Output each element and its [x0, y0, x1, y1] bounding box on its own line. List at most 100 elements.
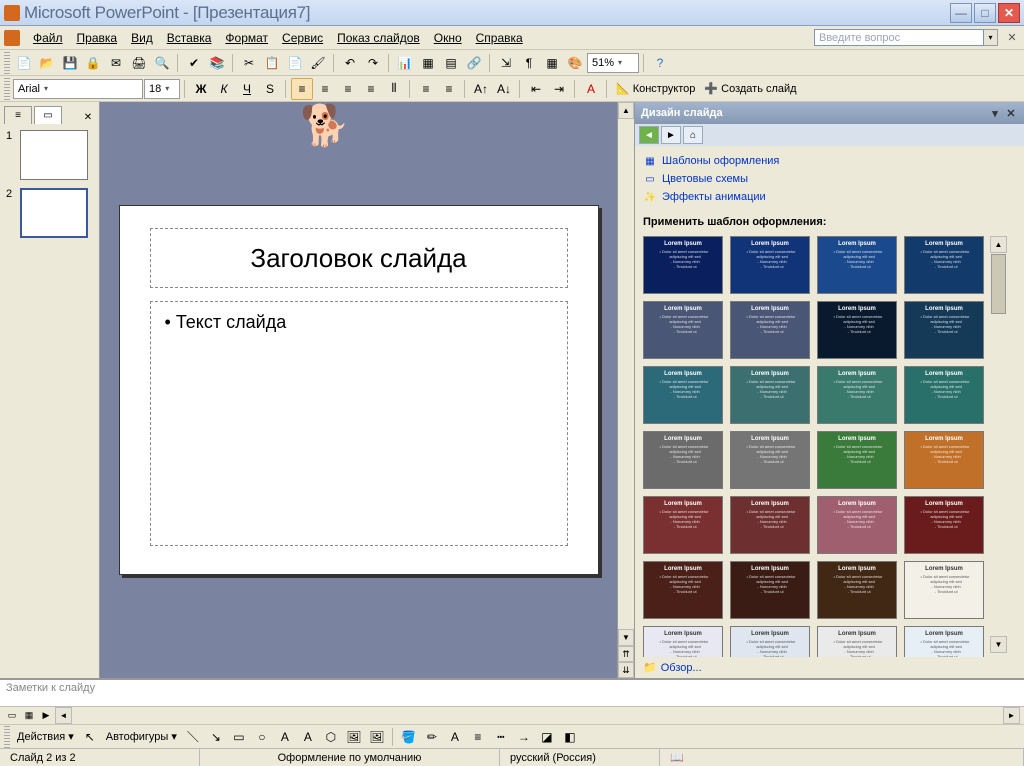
draw-actions-menu[interactable]: Действия▾	[13, 730, 78, 743]
nav-home-icon[interactable]: ⌂	[683, 126, 703, 144]
slide-title-placeholder[interactable]: Заголовок слайда	[150, 228, 568, 288]
normal-view-icon[interactable]: ▭	[4, 709, 20, 723]
select-icon[interactable]: ↖	[79, 726, 101, 748]
minimize-button[interactable]: —	[950, 3, 972, 23]
textbox-icon[interactable]: A	[274, 726, 296, 748]
status-spellcheck-icon[interactable]: 📖	[670, 751, 684, 764]
office-assistant[interactable]: 🐕	[300, 102, 348, 162]
arrow-shape-icon[interactable]: ↘	[205, 726, 227, 748]
oval-icon[interactable]: ○	[251, 726, 273, 748]
expand-icon[interactable]: ⇲	[495, 52, 517, 74]
diagram-icon[interactable]: ⬡	[320, 726, 342, 748]
design-template[interactable]: Lorem Ipsum• Dolor sit amet consectetur …	[643, 431, 723, 489]
menu-view[interactable]: Вид	[124, 29, 160, 47]
scroll-down-icon[interactable]: ▼	[618, 629, 634, 646]
sorter-view-icon[interactable]: ▦	[21, 709, 37, 723]
help-icon[interactable]: ?	[649, 52, 671, 74]
design-template[interactable]: Lorem Ipsum• Dolor sit amet consectetur …	[817, 366, 897, 424]
scroll-up-icon[interactable]: ▲	[618, 102, 634, 119]
align-justify-icon[interactable]: ≡	[360, 78, 382, 100]
grid-icon[interactable]: ▦	[541, 52, 563, 74]
help-question-dropdown[interactable]: ▾	[984, 29, 998, 46]
thumbnail-close-icon[interactable]: ✕	[81, 110, 95, 124]
font-color-icon[interactable]: A	[444, 726, 466, 748]
maximize-button[interactable]: □	[974, 3, 996, 23]
design-template[interactable]: Lorem Ipsum• Dolor sit amet consectetur …	[643, 236, 723, 294]
taskpane-close-icon[interactable]: ✕	[1004, 106, 1018, 120]
shadow-icon[interactable]: S	[259, 78, 281, 100]
menu-help[interactable]: Справка	[469, 29, 530, 47]
menu-format[interactable]: Формат	[218, 29, 275, 47]
undo-icon[interactable]: ↶	[339, 52, 361, 74]
close-button[interactable]: ✕	[998, 3, 1020, 23]
design-template[interactable]: Lorem Ipsum• Dolor sit amet consectetur …	[730, 561, 810, 619]
toolbar-grip[interactable]	[4, 78, 10, 100]
toolbar-grip[interactable]	[4, 726, 10, 748]
status-language[interactable]: русский (Россия)	[500, 749, 660, 766]
increase-font-icon[interactable]: A↑	[470, 78, 492, 100]
dash-style-icon[interactable]: ┅	[490, 726, 512, 748]
chart-icon[interactable]: 📊	[394, 52, 416, 74]
hyperlink-icon[interactable]: 🔗	[463, 52, 485, 74]
slide-canvas[interactable]: Заголовок слайда • Текст слайда	[119, 205, 599, 575]
design-template[interactable]: Lorem Ipsum• Dolor sit amet consectetur …	[643, 366, 723, 424]
design-template[interactable]: Lorem Ipsum• Dolor sit amet consectetur …	[904, 496, 984, 554]
scroll-down-icon[interactable]: ▼	[990, 636, 1007, 653]
design-template[interactable]: Lorem Ipsum• Dolor sit amet consectetur …	[904, 366, 984, 424]
editor-scrollbar[interactable]: ▲ ▼ ⇈ ⇊	[617, 102, 634, 678]
color-icon[interactable]: 🎨	[564, 52, 586, 74]
menu-file[interactable]: Файл	[26, 29, 70, 47]
permission-icon[interactable]: 🔒	[82, 52, 104, 74]
arrow-style-icon[interactable]: →	[513, 726, 535, 748]
help-question-input[interactable]: Введите вопрос	[814, 29, 984, 46]
slideshow-view-icon[interactable]: ▶	[38, 709, 54, 723]
design-template[interactable]: Lorem Ipsum• Dolor sit amet consectetur …	[817, 496, 897, 554]
design-template[interactable]: Lorem Ipsum• Dolor sit amet consectetur …	[643, 496, 723, 554]
menu-window[interactable]: Окно	[427, 29, 469, 47]
rectangle-icon[interactable]: ▭	[228, 726, 250, 748]
template-scrollbar[interactable]: ▲ ▼	[990, 236, 1007, 653]
new-icon[interactable]: 📄	[13, 52, 35, 74]
menu-edit[interactable]: Правка	[70, 29, 125, 47]
tab-slides[interactable]: ▭	[34, 106, 62, 124]
shadow-style-icon[interactable]: ◪	[536, 726, 558, 748]
design-template[interactable]: Lorem Ipsum• Dolor sit amet consectetur …	[730, 431, 810, 489]
design-template[interactable]: Lorem Ipsum• Dolor sit amet consectetur …	[904, 236, 984, 294]
link-animation[interactable]: ✨Эффекты анимации	[643, 188, 1016, 206]
decrease-font-icon[interactable]: A↓	[493, 78, 515, 100]
design-template[interactable]: Lorem Ipsum• Dolor sit amet consectetur …	[643, 561, 723, 619]
format-painter-icon[interactable]: 🖌	[307, 52, 329, 74]
bold-icon[interactable]: Ж	[190, 78, 212, 100]
designer-button[interactable]: 📐 Конструктор	[612, 82, 699, 95]
font-dropdown[interactable]: Arial▾	[13, 79, 143, 99]
link-color-schemes[interactable]: ▭Цветовые схемы	[643, 170, 1016, 188]
doc-close-button[interactable]: ✕	[1004, 30, 1020, 46]
fill-color-icon[interactable]: 🪣	[398, 726, 420, 748]
notes-pane[interactable]: Заметки к слайду	[0, 678, 1024, 706]
research-icon[interactable]: 📚	[206, 52, 228, 74]
next-slide-icon[interactable]: ⇊	[618, 662, 634, 678]
print-icon[interactable]: 🖨	[128, 52, 150, 74]
link-design-templates[interactable]: ▦Шаблоны оформления	[643, 152, 1016, 170]
zoom-dropdown[interactable]: 51%▾	[587, 53, 639, 73]
design-template[interactable]: Lorem Ipsum• Dolor sit amet consectetur …	[904, 561, 984, 619]
decrease-indent-icon[interactable]: ⇤	[525, 78, 547, 100]
line-color-icon[interactable]: ✏	[421, 726, 443, 748]
line-icon[interactable]: ＼	[182, 726, 204, 748]
italic-icon[interactable]: К	[213, 78, 235, 100]
table-icon[interactable]: ▦	[417, 52, 439, 74]
copy-icon[interactable]: 📋	[261, 52, 283, 74]
show-formatting-icon[interactable]: ¶	[518, 52, 540, 74]
design-template[interactable]: Lorem Ipsum• Dolor sit amet consectetur …	[904, 626, 984, 657]
menu-tools[interactable]: Сервис	[275, 29, 330, 47]
nav-forward-icon[interactable]: ►	[661, 126, 681, 144]
scroll-right-icon[interactable]: ►	[1003, 707, 1020, 724]
align-center-icon[interactable]: ≡	[314, 78, 336, 100]
save-icon[interactable]: 💾	[59, 52, 81, 74]
design-template[interactable]: Lorem Ipsum• Dolor sit amet consectetur …	[817, 561, 897, 619]
design-template[interactable]: Lorem Ipsum• Dolor sit amet consectetur …	[817, 431, 897, 489]
underline-icon[interactable]: Ч	[236, 78, 258, 100]
design-template[interactable]: Lorem Ipsum• Dolor sit amet consectetur …	[904, 431, 984, 489]
preview-icon[interactable]: 🔍	[151, 52, 173, 74]
toolbar-grip[interactable]	[4, 52, 10, 74]
